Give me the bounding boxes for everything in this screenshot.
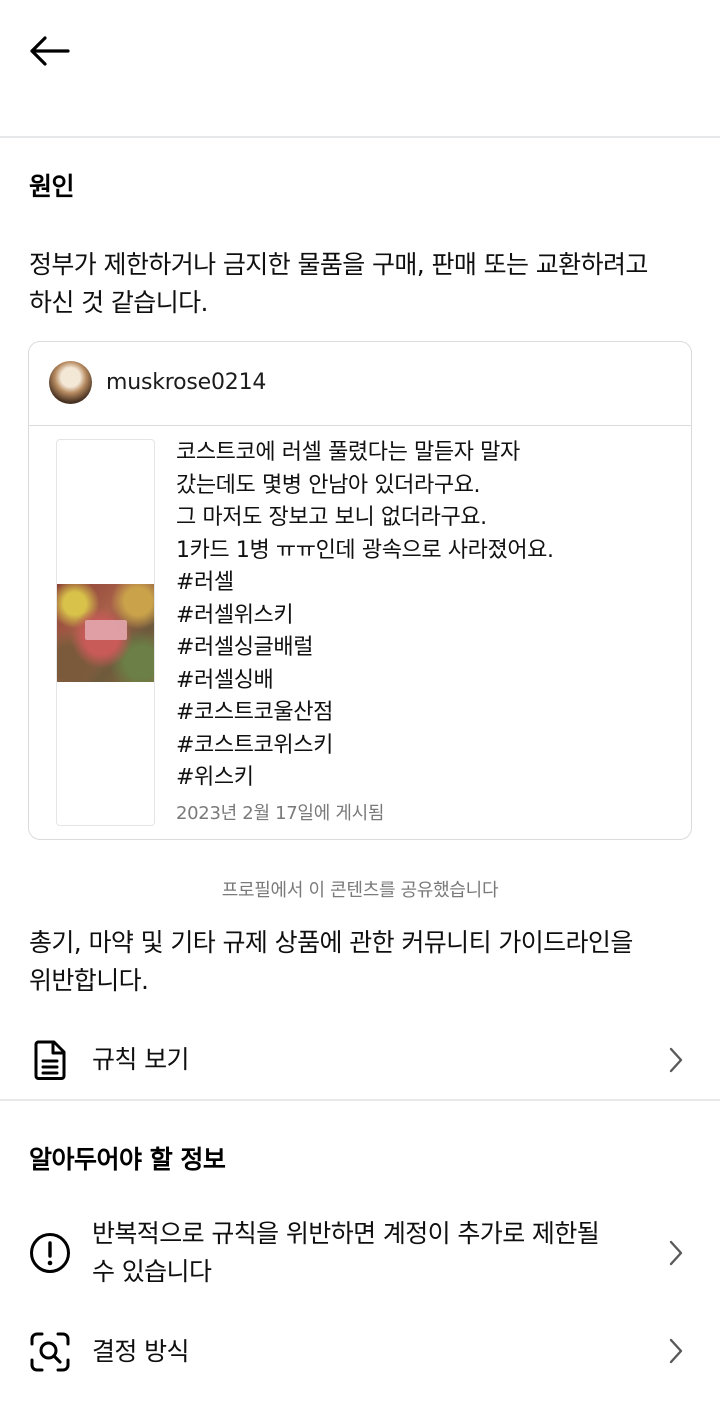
scan-search-icon [29, 1331, 71, 1373]
post-username: muskrose0214 [106, 370, 267, 395]
post-hashtag: #코스트코위스키 [176, 732, 333, 758]
post-hashtag: #러셀위스키 [176, 602, 294, 628]
decision-method-row[interactable]: 결정 방식 [0, 1318, 720, 1386]
post-hashtag: #러셀싱배 [176, 667, 274, 693]
warning-line1: 반복적으로 규칙을 위반하면 계정이 추가로 제한될 [92, 1219, 600, 1248]
reason-text-line1: 정부가 제한하거나 금지한 물품을 구매, 판매 또는 교환하려고 [29, 250, 648, 279]
decision-method-label: 결정 방식 [92, 1337, 190, 1366]
violation-text: 총기, 마약 및 기타 규제 상품에 관한 커뮤니티 가이드라인을 위반합니다. [29, 924, 694, 1000]
post-caption-line: 1카드 1병 ㅠㅠ인데 광속으로 사라졌어요. [176, 537, 554, 563]
post-hashtag: #러셀 [176, 570, 234, 595]
reason-text-line2: 하신 것 같습니다. [29, 288, 208, 317]
post-hashtag: #위스키 [176, 765, 254, 790]
top-bar [0, 0, 720, 138]
violation-text-line1: 총기, 마약 및 기타 규제 상품에 관한 커뮤니티 가이드라인을 [29, 928, 633, 957]
post-caption-line: 그 마저도 장보고 보니 없더라구요. [176, 505, 487, 530]
avatar [49, 361, 92, 404]
bottle-label-shape [85, 620, 127, 640]
shared-note: 프로필에서 이 콘텐츠를 공유했습니다 [221, 880, 499, 901]
post-card-header: muskrose0214 [29, 342, 691, 426]
post-date: 2023년 2월 17일에 게시됨 [176, 803, 385, 824]
post-hashtag: #러셀싱글배럴 [176, 635, 314, 660]
chevron-right-icon [664, 1047, 688, 1073]
info-title: 알아두어야 할 정보 [29, 1145, 226, 1174]
back-button[interactable] [22, 26, 76, 76]
back-arrow-icon [30, 36, 70, 66]
repeat-violation-warning-text: 반복적으로 규칙을 위반하면 계정이 추가로 제한될 수 있습니다 [92, 1215, 600, 1291]
reason-title: 원인 [29, 172, 75, 201]
alert-circle-icon [29, 1232, 71, 1274]
reason-text: 정부가 제한하거나 금지한 물품을 구매, 판매 또는 교환하려고 하신 것 같… [29, 246, 694, 322]
section-divider [0, 1099, 720, 1101]
document-icon [29, 1039, 71, 1081]
post-thumbnail [56, 439, 155, 826]
repeat-violation-warning-row[interactable]: 반복적으로 규칙을 위반하면 계정이 추가로 제한될 수 있습니다 [0, 1212, 720, 1294]
post-card: muskrose0214 코스트코에 러셀 풀렸다는 말듣자 말자 갔는데도 몇… [28, 341, 692, 840]
post-hashtag: #코스트코울산점 [176, 700, 333, 725]
post-caption-line: 코스트코에 러셀 풀렸다는 말듣자 말자 [176, 440, 520, 465]
chevron-right-icon [664, 1338, 688, 1364]
violation-text-line2: 위반합니다. [29, 966, 149, 995]
warning-line2: 수 있습니다 [92, 1257, 212, 1286]
post-caption-line: 갔는데도 몇병 안남아 있더라구요. [176, 472, 481, 498]
view-rules-label: 규칙 보기 [92, 1045, 190, 1074]
post-caption: 코스트코에 러셀 풀렸다는 말듣자 말자 갔는데도 몇병 안남아 있더라구요. … [176, 437, 676, 795]
view-rules-row[interactable]: 규칙 보기 [0, 1026, 720, 1094]
post-thumbnail-image [57, 584, 154, 682]
chevron-right-icon [664, 1240, 688, 1266]
